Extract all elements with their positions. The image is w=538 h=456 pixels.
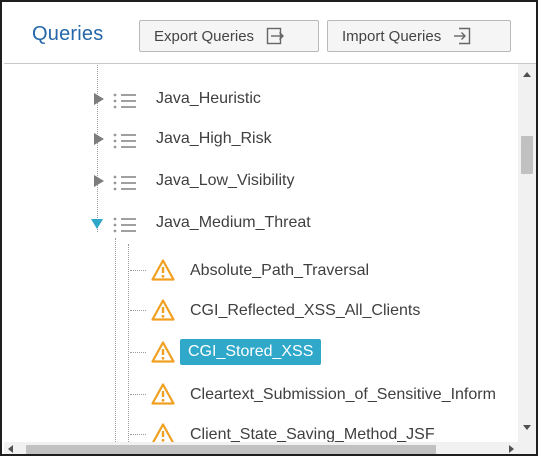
scroll-left-arrow[interactable] — [8, 445, 13, 453]
tree-query-item[interactable]: Cleartext_Submission_of_Sensitive_Inform — [4, 376, 518, 412]
warning-icon — [151, 341, 175, 363]
warning-icon — [152, 423, 174, 442]
scroll-down-arrow[interactable] — [523, 425, 531, 430]
vertical-scroll-thumb[interactable] — [521, 136, 533, 174]
export-queries-button[interactable]: Export Queries — [139, 20, 319, 52]
tree-query-item-selected[interactable]: CGI_Stored_XSS — [4, 334, 518, 370]
scrollbar-corner — [518, 440, 536, 454]
tree-query-item[interactable]: CGI_Reflected_XSS_All_Clients — [4, 292, 518, 328]
queries-panel: Queries Export Queries Import Queries Ja… — [0, 0, 538, 456]
tree-query-label: Client_State_Saving_Method_JSF — [190, 426, 435, 442]
horizontal-scrollbar[interactable] — [4, 442, 518, 454]
list-icon — [113, 133, 136, 149]
tree-group-java-heuristic[interactable]: Java_Heuristic — [4, 82, 518, 118]
tree-group-java-high-risk[interactable]: Java_High_Risk — [4, 122, 518, 158]
tree-connector — [130, 352, 146, 353]
queries-header: Queries Export Queries Import Queries — [4, 4, 536, 64]
tree-group-label: Java_Low_Visibility — [156, 172, 295, 189]
tree-query-label: CGI_Stored_XSS — [180, 339, 322, 365]
expand-caret[interactable] — [94, 175, 104, 187]
scroll-right-arrow[interactable] — [509, 445, 514, 453]
tree-query-label: Cleartext_Submission_of_Sensitive_Inform — [190, 386, 496, 403]
warning-icon — [151, 259, 175, 281]
tree-group-label: Java_Heuristic — [156, 90, 261, 107]
tree-connector — [130, 434, 146, 435]
tree-connector — [130, 394, 146, 395]
expand-caret[interactable] — [94, 93, 104, 105]
tree-group-label: Java_High_Risk — [156, 130, 272, 147]
warning-icon — [151, 383, 175, 405]
list-icon — [113, 93, 136, 109]
horizontal-scroll-thumb[interactable] — [26, 445, 436, 454]
expand-caret[interactable] — [94, 133, 104, 145]
export-icon — [266, 27, 285, 45]
export-queries-label: Export Queries — [154, 27, 255, 45]
tree-connector — [130, 270, 146, 271]
vertical-scrollbar[interactable] — [518, 64, 536, 440]
import-queries-label: Import Queries — [342, 27, 442, 45]
tree-query-item[interactable]: Client_State_Saving_Method_JSF — [4, 416, 518, 442]
warning-icon — [151, 299, 175, 321]
collapse-caret[interactable] — [91, 219, 103, 229]
tree-group-java-low-visibility[interactable]: Java_Low_Visibility — [4, 164, 518, 200]
import-queries-button[interactable]: Import Queries — [327, 20, 511, 52]
tree-query-label: CGI_Reflected_XSS_All_Clients — [190, 302, 421, 319]
list-icon — [113, 217, 136, 233]
query-tree: Java_Heuristic Java_High_Risk Java_Low_V… — [4, 64, 518, 442]
panel-title: Queries — [32, 23, 104, 45]
tree-query-item[interactable]: Absolute_Path_Traversal — [4, 252, 518, 288]
scroll-up-arrow[interactable] — [523, 72, 531, 77]
list-icon — [113, 175, 136, 191]
tree-group-label: Java_Medium_Threat — [156, 214, 311, 231]
tree-connector — [130, 310, 146, 311]
tree-group-java-medium-threat[interactable]: Java_Medium_Threat — [4, 206, 518, 242]
import-icon — [454, 27, 471, 45]
tree-query-label: Absolute_Path_Traversal — [190, 262, 370, 279]
